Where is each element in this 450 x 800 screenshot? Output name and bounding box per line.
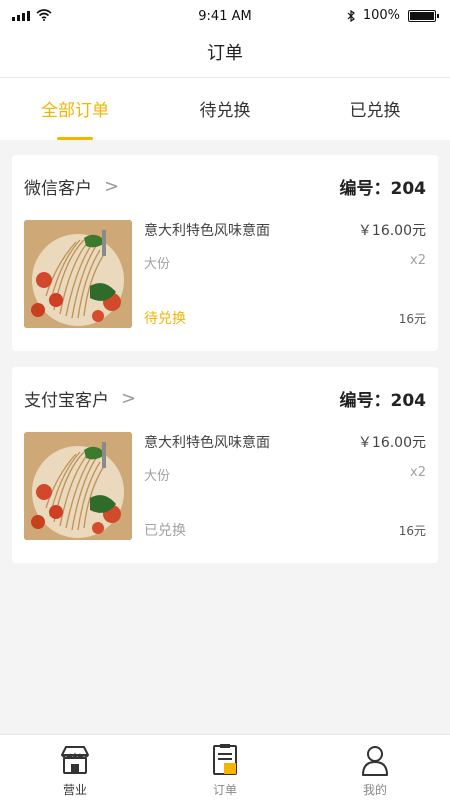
user-icon bbox=[362, 746, 388, 776]
item-quantity: x2 bbox=[410, 253, 426, 268]
order-card[interactable]: 支付宝客户 > 编号：204 意大利特色风味意面 ￥16.00元 大份 x2 已… bbox=[12, 367, 438, 563]
order-list-icon bbox=[213, 744, 237, 775]
order-card-header: 支付宝客户 > 编号：204 bbox=[24, 381, 426, 411]
order-list: 微信客户 > 编号：204 意大利特色风味意面 ￥16.00元 大份 x2 待兑… bbox=[12, 155, 438, 579]
order-tabs: 全部订单 待兑换 已兑换 bbox=[0, 78, 450, 140]
customer-link[interactable]: 支付宝客户 > bbox=[24, 386, 136, 411]
order-item: 意大利特色风味意面 ￥16.00元 大份 x2 已兑换 16元 bbox=[24, 432, 426, 540]
bottom-tab-orders-label: 订单 bbox=[212, 783, 237, 797]
order-total: 16元 bbox=[398, 524, 426, 538]
item-name: 意大利特色风味意面 bbox=[144, 435, 270, 451]
tab-redeemed[interactable]: 已兑换 bbox=[300, 78, 450, 140]
order-card-header: 微信客户 > 编号：204 bbox=[24, 169, 426, 199]
tab-redeemed-label: 已兑换 bbox=[349, 101, 401, 121]
order-total: 16元 bbox=[398, 312, 426, 326]
order-card[interactable]: 微信客户 > 编号：204 意大利特色风味意面 ￥16.00元 大份 x2 待兑… bbox=[12, 155, 438, 351]
status-right: 100% bbox=[347, 8, 439, 23]
food-image bbox=[24, 220, 132, 328]
bottom-tab-business-label: 营业 bbox=[62, 783, 87, 797]
order-status: 待兑换 bbox=[144, 311, 186, 327]
bottom-tab-orders[interactable]: 订单 bbox=[150, 735, 300, 800]
item-quantity: x2 bbox=[410, 465, 426, 480]
customer-name: 支付宝客户 bbox=[24, 391, 109, 411]
tab-pending-label: 待兑换 bbox=[199, 101, 251, 121]
order-status: 已兑换 bbox=[144, 523, 186, 539]
order-item: 意大利特色风味意面 ￥16.00元 大份 x2 待兑换 16元 bbox=[24, 220, 426, 328]
customer-name: 微信客户 bbox=[24, 179, 92, 199]
active-tab-indicator bbox=[57, 137, 93, 140]
bottom-tab-mine-label: 我的 bbox=[362, 783, 387, 797]
bottom-tab-bar: 营业 订单 我的 bbox=[0, 734, 450, 800]
customer-link[interactable]: 微信客户 > bbox=[24, 174, 119, 199]
store-icon bbox=[61, 746, 89, 774]
item-size: 大份 bbox=[144, 257, 171, 272]
item-name: 意大利特色风味意面 bbox=[144, 223, 270, 239]
nav-bar: 订单 bbox=[0, 34, 450, 78]
item-size: 大份 bbox=[144, 469, 171, 484]
bottom-tab-mine[interactable]: 我的 bbox=[300, 735, 450, 800]
order-number: 编号：204 bbox=[339, 391, 427, 411]
food-image bbox=[24, 432, 132, 540]
bluetooth-icon bbox=[347, 9, 355, 22]
item-price: ￥16.00元 bbox=[357, 223, 426, 239]
tab-pending[interactable]: 待兑换 bbox=[150, 78, 300, 140]
page-title: 订单 bbox=[207, 43, 243, 64]
item-price: ￥16.00元 bbox=[357, 435, 426, 451]
tab-all-orders[interactable]: 全部订单 bbox=[0, 78, 150, 140]
tab-all-orders-label: 全部订单 bbox=[41, 101, 109, 121]
battery-icon bbox=[408, 9, 439, 22]
bottom-tab-business[interactable]: 营业 bbox=[0, 735, 150, 800]
chevron-right-icon: > bbox=[104, 176, 120, 197]
status-bar: 9:41 AM 100% bbox=[0, 0, 450, 34]
order-number: 编号：204 bbox=[339, 179, 427, 199]
battery-percent: 100% bbox=[362, 8, 400, 23]
chevron-right-icon: > bbox=[121, 388, 137, 409]
